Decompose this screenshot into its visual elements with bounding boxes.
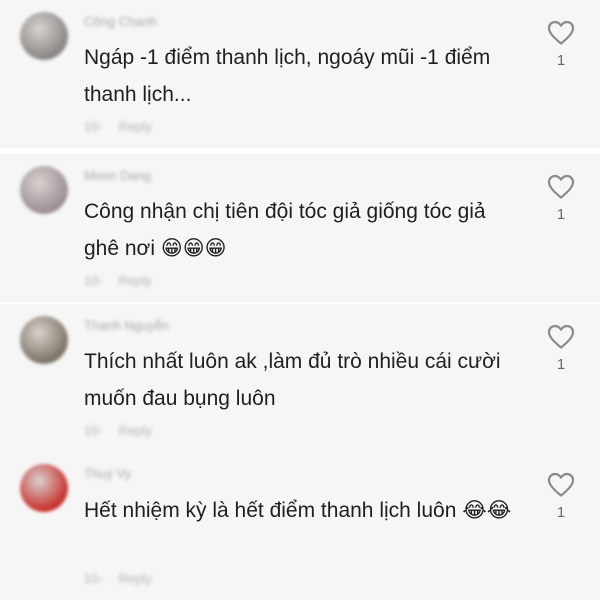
like-count: 1 bbox=[556, 52, 566, 69]
comment-item: Công Chanh Ngáp -1 điểm thanh lịch, ngoá… bbox=[0, 0, 600, 148]
comment-item: Moon Dang Công nhận chị tiên đội tóc giả… bbox=[0, 154, 600, 302]
heart-icon[interactable] bbox=[547, 472, 575, 498]
comment-text: Công nhận chị tiên đội tóc giả giống tóc… bbox=[84, 194, 524, 267]
comment-username[interactable]: Thanh Nguyễn bbox=[84, 318, 169, 333]
comment-body: Công nhận chị tiên đội tóc giả giống tóc… bbox=[84, 200, 486, 260]
heart-icon[interactable] bbox=[547, 324, 575, 350]
heart-icon[interactable] bbox=[547, 20, 575, 46]
comment-text: Ngáp -1 điểm thanh lịch, ngoáy mũi -1 đi… bbox=[84, 40, 524, 113]
comment-item: Thanh Nguyễn Thích nhất luôn ak ,làm đủ … bbox=[0, 304, 600, 452]
like-button[interactable]: 1 bbox=[544, 20, 578, 69]
reply-button[interactable]: Reply bbox=[118, 423, 151, 438]
reply-button[interactable]: Reply bbox=[118, 119, 151, 134]
comment-item: Thuý Vy Hết nhiệm kỳ là hết điểm thanh l… bbox=[0, 452, 600, 600]
like-button[interactable]: 1 bbox=[544, 174, 578, 223]
like-button[interactable]: 1 bbox=[544, 324, 578, 373]
comment-text: Thích nhất luôn ak ,làm đủ trò nhiều cái… bbox=[84, 344, 524, 417]
avatar[interactable] bbox=[20, 464, 68, 512]
comment-time: 10- bbox=[84, 423, 103, 438]
comment-meta: 10- Reply bbox=[84, 423, 164, 438]
like-button[interactable]: 1 bbox=[544, 472, 578, 521]
comment-meta: 10- Reply bbox=[84, 119, 164, 134]
comment-time: 10- bbox=[84, 119, 103, 134]
reply-button[interactable]: Reply bbox=[118, 273, 151, 288]
comment-emoji: 😁😁😁 bbox=[160, 236, 227, 260]
comment-username[interactable]: Thuý Vy bbox=[84, 466, 131, 481]
avatar[interactable] bbox=[20, 166, 68, 214]
comment-emoji: 😂😂 bbox=[462, 498, 512, 522]
like-count: 1 bbox=[556, 356, 566, 373]
comment-username[interactable]: Moon Dang bbox=[84, 168, 151, 183]
comment-body: Hết nhiệm kỳ là hết điểm thanh lịch luôn bbox=[84, 499, 457, 522]
heart-icon[interactable] bbox=[547, 174, 575, 200]
comment-time: 10- bbox=[84, 571, 103, 586]
comment-list: Công Chanh Ngáp -1 điểm thanh lịch, ngoá… bbox=[0, 0, 600, 600]
comment-text: Hết nhiệm kỳ là hết điểm thanh lịch luôn… bbox=[84, 492, 524, 529]
like-count: 1 bbox=[556, 206, 566, 223]
comment-username[interactable]: Công Chanh bbox=[84, 14, 157, 29]
comment-meta: 10- Reply bbox=[84, 571, 164, 586]
avatar[interactable] bbox=[20, 316, 68, 364]
comment-body: Thích nhất luôn ak ,làm đủ trò nhiều cái… bbox=[84, 350, 501, 410]
comment-body: Ngáp -1 điểm thanh lịch, ngoáy mũi -1 đi… bbox=[84, 46, 491, 106]
comment-time: 10- bbox=[84, 273, 103, 288]
comment-meta: 10- Reply bbox=[84, 273, 164, 288]
like-count: 1 bbox=[556, 504, 566, 521]
reply-button[interactable]: Reply bbox=[118, 571, 151, 586]
avatar[interactable] bbox=[20, 12, 68, 60]
